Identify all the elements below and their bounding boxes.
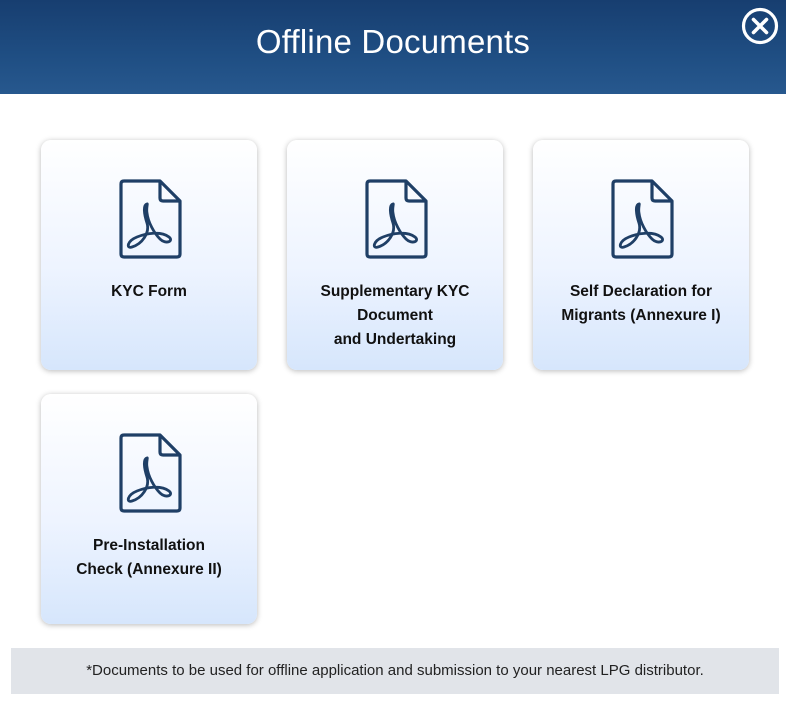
- document-card-pre-installation[interactable]: Pre-Installation Check (Annexure II): [41, 394, 257, 624]
- modal-header: Offline Documents: [0, 0, 786, 94]
- document-label: Self Declaration for Migrants (Annexure …: [561, 283, 721, 324]
- pdf-file-icon: [117, 432, 183, 514]
- document-label: KYC Form: [111, 283, 187, 300]
- pdf-file-icon: [117, 178, 183, 260]
- offline-documents-modal: Offline Documents KYC Form Supplementary…: [0, 0, 786, 706]
- modal-title: Offline Documents: [255, 23, 531, 60]
- footer-note: *Documents to be used for offline applic…: [11, 648, 779, 694]
- document-card-kyc-form[interactable]: KYC Form: [41, 140, 257, 370]
- document-card-supplementary-kyc[interactable]: Supplementary KYC Document and Undertaki…: [287, 140, 503, 370]
- pdf-file-icon: [609, 178, 675, 260]
- pdf-file-icon: [363, 178, 429, 260]
- document-label: Supplementary KYC Document and Undertaki…: [320, 283, 470, 348]
- document-label: Pre-Installation Check (Annexure II): [76, 537, 222, 578]
- document-card-self-declaration[interactable]: Self Declaration for Migrants (Annexure …: [533, 140, 749, 370]
- close-icon[interactable]: [741, 7, 779, 45]
